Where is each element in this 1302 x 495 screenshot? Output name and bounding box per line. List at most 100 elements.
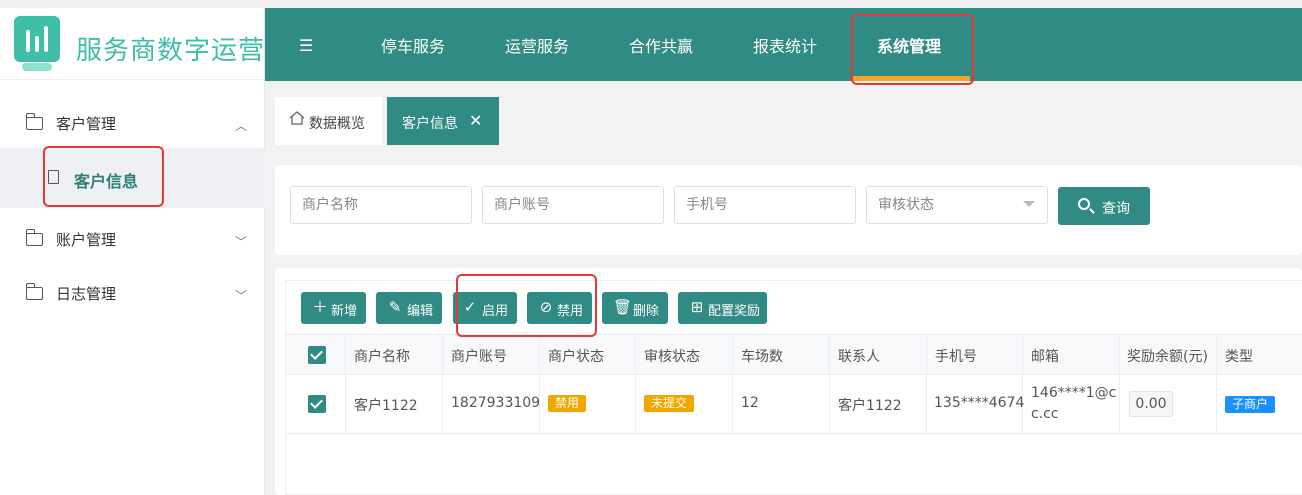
- nav-item-operations[interactable]: 运营服务: [505, 33, 569, 57]
- top-nav: ☰ 停车服务 运营服务 合作共赢 报表统计 系统管理: [265, 8, 1302, 81]
- delete-button-label: 删除: [633, 304, 660, 319]
- add-button-label: 新增: [331, 304, 358, 319]
- sidebar: 服务商数字运营 客户管理 ︿ 客户信息 账户管理 ﹀ 日志管理 ﹀: [0, 0, 265, 495]
- chevron-down-icon: ﹀: [234, 289, 247, 303]
- cell-audit-status: 未提交: [636, 375, 733, 433]
- edit-button[interactable]: ✎ 编辑: [376, 292, 442, 324]
- cell-text: 135****4674: [934, 395, 1025, 411]
- audit-status-select[interactable]: [866, 186, 1048, 224]
- phone-input[interactable]: [674, 186, 856, 224]
- logo-base-icon: [22, 63, 52, 71]
- edit-button-label: 编辑: [407, 304, 434, 319]
- disable-button[interactable]: ⊘ 禁用: [527, 292, 592, 324]
- document-icon: [48, 170, 59, 184]
- nav-item-cooperation[interactable]: 合作共赢: [629, 33, 693, 57]
- pencil-icon: ✎: [388, 298, 402, 316]
- cell-phone: 135****4674: [927, 375, 1025, 433]
- cell-parking-count: 12: [733, 375, 830, 433]
- cell-type: 子商户: [1217, 375, 1302, 433]
- header-select-all[interactable]: [286, 335, 346, 374]
- sidebar-group-label: 账户管理: [56, 231, 117, 249]
- logo-icon: [14, 16, 60, 62]
- header-cell: 商户状态: [540, 335, 636, 374]
- dropdown-caret-icon: [1023, 201, 1035, 207]
- delete-button[interactable]: 🗑 删除: [602, 292, 668, 324]
- chevron-up-icon: ︿: [234, 119, 247, 133]
- audit-badge: 未提交: [644, 395, 695, 412]
- configure-reward-button[interactable]: ⊞ 配置奖励: [678, 292, 767, 324]
- header-cell: 联系人: [830, 335, 927, 374]
- folder-icon: [25, 283, 43, 300]
- table-row[interactable]: 客户1122 1827933109 禁用 未提交 12 客户1122 135**…: [286, 375, 1302, 434]
- sidebar-group-log[interactable]: 日志管理 ﹀: [0, 267, 265, 321]
- query-button[interactable]: 查询: [1058, 187, 1150, 225]
- cell-reward-balance: 0.00: [1120, 375, 1217, 433]
- app-title: 服务商数字运营: [76, 36, 266, 66]
- merchant-account-input[interactable]: [482, 186, 664, 224]
- enable-button[interactable]: ✓ 启用: [453, 292, 517, 324]
- row-select-cell[interactable]: [286, 375, 346, 433]
- active-nav-indicator: [852, 76, 970, 81]
- cell-merchant-status: 禁用: [540, 375, 636, 433]
- header-label: 商户账号: [451, 349, 507, 365]
- table-header: 商户名称 商户账号 商户状态 审核状态 车场数 联系人 手机号 邮箱 奖励余额(…: [286, 334, 1302, 375]
- disable-button-label: 禁用: [557, 304, 584, 319]
- add-button[interactable]: ＋ 新增: [301, 292, 366, 324]
- cell-text: 客户1122: [838, 398, 902, 414]
- app-logo: 服务商数字运营: [0, 8, 265, 80]
- nav-item-system[interactable]: 系统管理: [877, 33, 941, 57]
- search-panel: 查询: [275, 165, 1302, 255]
- plus-icon: ＋: [312, 298, 328, 316]
- type-badge: 子商户: [1225, 396, 1276, 413]
- header-cell: 车场数: [733, 335, 830, 374]
- header-cell: 奖励余额(元): [1120, 335, 1217, 374]
- ban-icon: ⊘: [539, 298, 553, 316]
- tab-label: 数据概览: [309, 116, 365, 132]
- header-cell: 审核状态: [636, 335, 733, 374]
- tab-dashboard[interactable]: 数据概览: [275, 97, 382, 145]
- query-button-label: 查询: [1102, 201, 1130, 217]
- sidebar-item-label: 客户信息: [74, 172, 139, 191]
- configure-reward-button-label: 配置奖励: [708, 304, 761, 319]
- folder-icon: [25, 229, 43, 246]
- trash-icon: 🗑: [613, 298, 633, 316]
- header-label: 审核状态: [644, 349, 700, 365]
- cell-text: 12: [741, 395, 759, 411]
- merchant-name-input[interactable]: [290, 186, 472, 224]
- menu-toggle-icon[interactable]: ☰: [299, 36, 313, 55]
- header-label: 车场数: [741, 349, 783, 365]
- cell-text: 146****1@c: [1031, 385, 1117, 401]
- sidebar-group-customer[interactable]: 客户管理 ︿: [0, 97, 265, 151]
- row-checkbox[interactable]: [308, 395, 326, 413]
- close-icon[interactable]: ✕: [469, 111, 482, 130]
- header-label: 手机号: [935, 349, 977, 365]
- header-cell: 手机号: [927, 335, 1023, 374]
- cell-contact: 客户1122: [830, 375, 927, 433]
- home-icon: [289, 111, 305, 125]
- status-badge: 禁用: [548, 395, 587, 412]
- sidebar-group-label: 日志管理: [56, 285, 117, 303]
- header-label: 商户状态: [548, 349, 604, 365]
- select-all-checkbox[interactable]: [308, 346, 326, 364]
- folder-icon: [25, 113, 43, 130]
- header-label: 类型: [1225, 349, 1253, 365]
- sidebar-item-customer-info[interactable]: 客户信息: [0, 148, 265, 208]
- cell-text: 客户1122: [354, 398, 418, 414]
- window-top-strip: [0, 0, 1302, 8]
- tab-customer-info[interactable]: 客户信息 ✕: [387, 97, 499, 145]
- sidebar-group-account[interactable]: 账户管理 ﹀: [0, 213, 265, 267]
- cell-text: 1827933109: [451, 395, 541, 411]
- header-label: 商户名称: [354, 349, 410, 365]
- search-icon: [1078, 198, 1090, 210]
- chevron-down-icon: ﹀: [234, 235, 247, 249]
- sidebar-group-label: 客户管理: [56, 115, 117, 133]
- enable-button-label: 启用: [482, 304, 509, 319]
- cell-text: c.cc: [1031, 406, 1059, 422]
- cell-email: 146****1@c c.cc: [1023, 375, 1120, 433]
- nav-item-reports[interactable]: 报表统计: [753, 33, 817, 57]
- reward-balance-field: 0.00: [1129, 391, 1173, 417]
- nav-item-parking[interactable]: 停车服务: [381, 33, 445, 57]
- header-label: 奖励余额(元): [1127, 349, 1208, 365]
- tab-label: 客户信息: [402, 116, 458, 132]
- header-label: 联系人: [838, 349, 880, 365]
